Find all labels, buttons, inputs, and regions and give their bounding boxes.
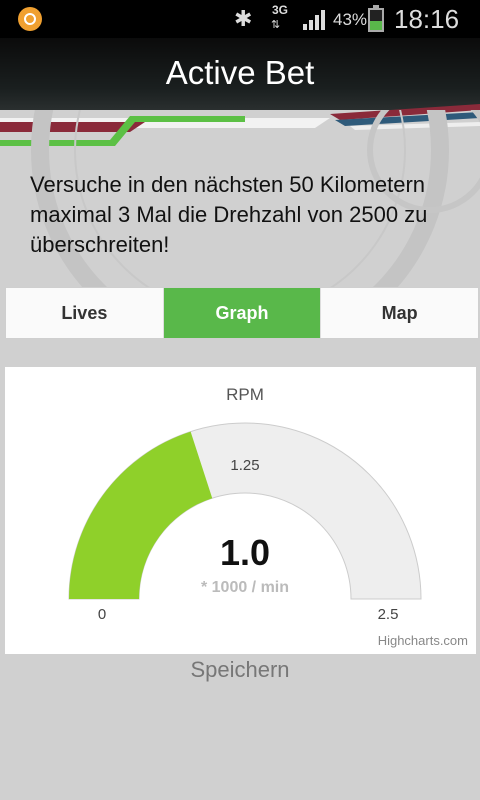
page-title: Active Bet (165, 54, 315, 91)
battery-icon (368, 5, 384, 32)
tick-label: 2.5 (378, 606, 399, 623)
network-activity-icon: ⇅ (271, 19, 281, 31)
battery-level (370, 21, 382, 30)
network-type: 3G (271, 3, 288, 17)
tab-lives[interactable]: Lives (6, 288, 163, 338)
signal-icon (303, 10, 325, 30)
clock: 18:16 (394, 4, 460, 34)
bet-description: Versuche in den nächsten 50 Kilometern m… (30, 172, 428, 257)
gauge-unit-label: * 1000 / min (201, 579, 289, 596)
tick-label: 1.25 (230, 457, 259, 474)
tick-label: 0 (98, 606, 106, 623)
tab-map[interactable]: Map (320, 288, 479, 338)
save-button[interactable]: Speichern (140, 654, 340, 686)
gauge-chart: RPM 0 1.25 2.5 1.0 * 1000 / min (68, 385, 422, 623)
battery-percent: 43% (333, 10, 368, 29)
gauge-value-label: 1.0 (220, 532, 270, 573)
rpm-chart: RPM 0 1.25 2.5 1.0 * 1000 / min Highcharts.co… (5, 367, 476, 654)
app-notification-icon (18, 7, 42, 31)
chart-title: RPM (226, 385, 264, 404)
tab-bar: Lives Graph Map (5, 287, 479, 339)
status-bar: ✱ 3G ⇅ 43% 18:16 (0, 0, 480, 38)
bluetooth-icon: ✱ (234, 6, 253, 31)
chart-credits-link[interactable]: Highcharts.com (378, 633, 468, 648)
tab-graph[interactable]: Graph (162, 288, 321, 338)
